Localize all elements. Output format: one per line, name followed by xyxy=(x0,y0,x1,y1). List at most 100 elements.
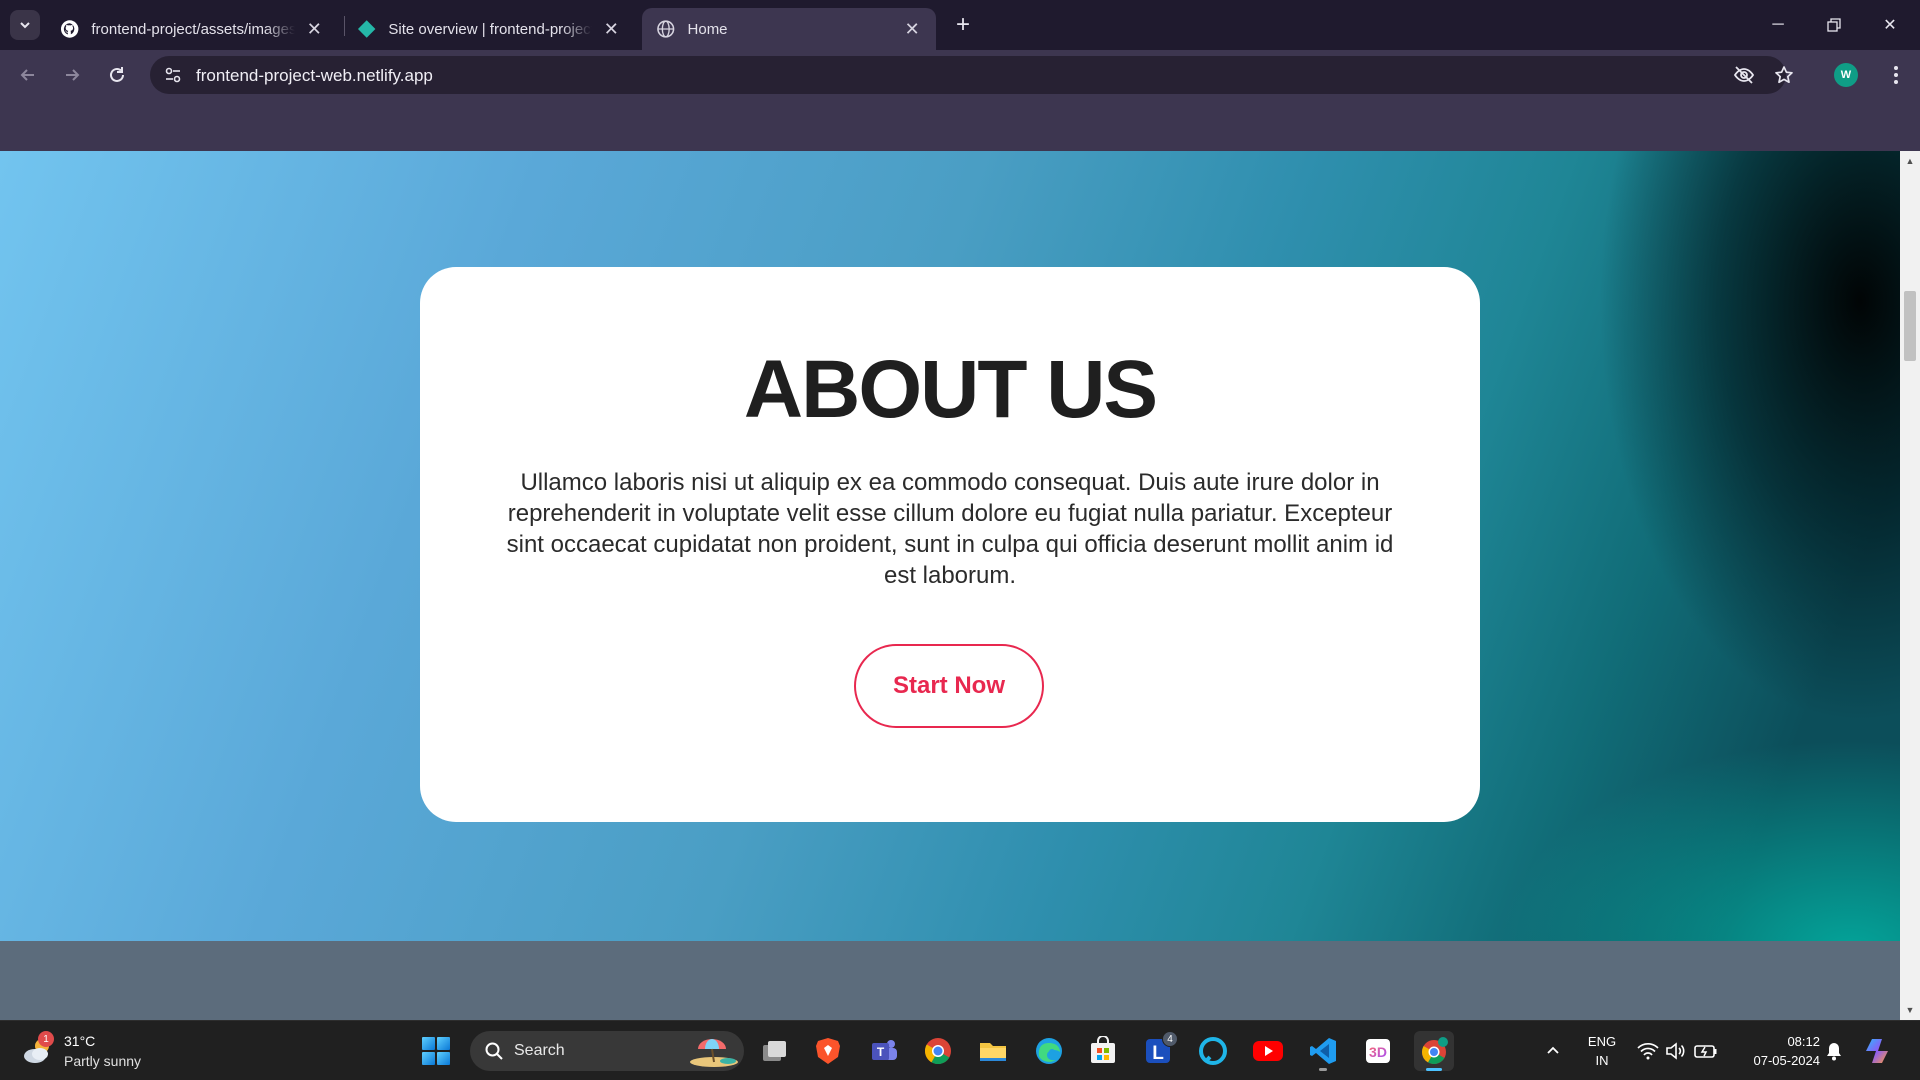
battery-button[interactable] xyxy=(1694,1039,1718,1063)
back-button[interactable] xyxy=(12,59,44,91)
wifi-icon xyxy=(1637,1042,1659,1060)
minimize-icon: ─ xyxy=(1772,16,1784,33)
battery-charging-icon xyxy=(1694,1045,1717,1058)
scroll-thumb[interactable] xyxy=(1904,291,1916,361)
browser-toolbar: frontend-project-web.netlify.app W xyxy=(0,50,1920,100)
vscode-icon xyxy=(1310,1038,1336,1064)
star-icon xyxy=(1775,66,1793,84)
system-clock[interactable]: 08:12 07-05-2024 xyxy=(1730,1032,1821,1070)
running-indicator xyxy=(1319,1068,1327,1071)
browser-menu-button[interactable] xyxy=(1880,59,1912,91)
restore-button[interactable] xyxy=(1806,0,1862,50)
task-view-button[interactable] xyxy=(754,1031,794,1071)
chevron-up-icon xyxy=(1547,1046,1559,1054)
copilot-icon[interactable] xyxy=(1864,1035,1896,1067)
forward-button[interactable] xyxy=(56,59,88,91)
taskbar-brave[interactable] xyxy=(808,1031,848,1071)
tab-github[interactable]: frontend-project/assets/images ✕ xyxy=(46,8,338,50)
close-window-button[interactable]: ✕ xyxy=(1862,0,1918,50)
tab-title: frontend-project/assets/images xyxy=(91,20,295,38)
scroll-down-arrow[interactable]: ▼ xyxy=(1900,1002,1920,1018)
taskbar-alexa[interactable] xyxy=(1193,1031,1233,1071)
svg-text:3D: 3D xyxy=(1369,1044,1387,1060)
url-text[interactable]: frontend-project-web.netlify.app xyxy=(196,66,433,86)
tab-netlify[interactable]: Site overview | frontend-project ✕ xyxy=(343,8,635,50)
beach-umbrella-icon xyxy=(690,1039,738,1067)
taskbar-file-explorer[interactable] xyxy=(973,1031,1013,1071)
taskbar-youtube[interactable] xyxy=(1248,1031,1288,1071)
eye-off-icon xyxy=(1733,66,1755,84)
tab-title: Site overview | frontend-project xyxy=(388,20,592,38)
clock-date: 07-05-2024 xyxy=(1753,1053,1821,1068)
taskbar-store[interactable] xyxy=(1083,1031,1123,1071)
more-vertical-icon xyxy=(1894,66,1898,84)
start-button[interactable] xyxy=(418,1033,454,1069)
speaker-icon xyxy=(1666,1042,1685,1060)
address-bar[interactable]: frontend-project-web.netlify.app xyxy=(150,56,1793,94)
taskbar-edge[interactable] xyxy=(1029,1031,1069,1071)
close-icon: ✕ xyxy=(1883,17,1897,34)
notifications-button[interactable] xyxy=(1822,1039,1846,1063)
windows-logo-icon xyxy=(422,1037,450,1065)
taskbar-chrome[interactable] xyxy=(918,1031,958,1071)
profile-avatar[interactable]: W xyxy=(1834,63,1858,87)
taskbar-lumi[interactable]: L 4 xyxy=(1138,1031,1178,1071)
volume-button[interactable] xyxy=(1664,1039,1688,1063)
github-icon xyxy=(60,20,79,38)
tab-title: Home xyxy=(687,20,728,38)
tune-icon xyxy=(165,67,181,83)
bell-icon xyxy=(1827,1043,1841,1061)
task-view-icon xyxy=(763,1041,786,1061)
tab-search-button[interactable] xyxy=(10,10,40,40)
taskbar-chrome-profile[interactable] xyxy=(1414,1031,1454,1071)
svg-text:L: L xyxy=(1152,1043,1164,1064)
weather-widget[interactable]: 1 31°C Partly sunny xyxy=(22,1029,172,1073)
notification-badge: 4 xyxy=(1162,1031,1178,1047)
new-tab-button[interactable]: + xyxy=(948,10,978,40)
start-now-button[interactable]: Start Now xyxy=(854,644,1044,728)
svg-text:T: T xyxy=(877,1045,885,1059)
close-icon[interactable]: ✕ xyxy=(902,19,922,39)
network-button[interactable] xyxy=(1636,1039,1660,1063)
tracking-protection-button[interactable] xyxy=(1730,61,1758,89)
minimize-button[interactable]: ─ xyxy=(1750,0,1806,50)
site-info-button[interactable] xyxy=(158,60,188,90)
language-indicator[interactable]: ENG IN xyxy=(1580,1032,1624,1070)
scroll-up-arrow[interactable]: ▲ xyxy=(1900,153,1920,169)
search-icon xyxy=(485,1042,503,1060)
language-code: ENG xyxy=(1587,1034,1617,1049)
3d-viewer-icon: 3D xyxy=(1366,1039,1390,1063)
search-label: Search xyxy=(514,1042,565,1059)
weather-condition: Partly sunny xyxy=(64,1053,142,1069)
active-indicator xyxy=(1426,1068,1442,1071)
taskbar-vscode[interactable] xyxy=(1303,1031,1343,1071)
page-scrollbar[interactable]: ▲ ▼ xyxy=(1900,151,1920,1020)
browser-tab-strip: frontend-project/assets/images ✕ Site ov… xyxy=(0,0,1920,50)
chrome-profile-icon xyxy=(1422,1037,1448,1065)
tab-home[interactable]: Home ✕ xyxy=(642,8,936,50)
arrow-left-icon xyxy=(20,69,34,81)
next-section xyxy=(0,941,1900,1020)
store-icon xyxy=(1091,1036,1115,1063)
taskbar-search[interactable]: Search xyxy=(470,1031,744,1071)
bookmark-star-button[interactable] xyxy=(1770,61,1798,89)
about-section: ABOUT US Ullamco laboris nisi ut aliquip… xyxy=(0,151,1900,941)
taskbar-teams[interactable]: T xyxy=(864,1031,904,1071)
show-hidden-icons-button[interactable] xyxy=(1542,1039,1564,1061)
taskbar-3d-viewer[interactable]: 3D xyxy=(1358,1031,1398,1071)
reload-button[interactable] xyxy=(101,59,133,91)
teams-icon: T xyxy=(872,1040,897,1060)
close-icon[interactable]: ✕ xyxy=(602,19,621,39)
chrome-icon xyxy=(924,1038,951,1065)
chevron-down-icon xyxy=(20,22,30,29)
clock-time: 08:12 xyxy=(1787,1034,1820,1049)
about-card: ABOUT US Ullamco laboris nisi ut aliquip… xyxy=(420,267,1480,822)
brave-icon xyxy=(816,1038,840,1064)
toolbar-extension-area xyxy=(0,100,1920,151)
close-icon[interactable]: ✕ xyxy=(305,19,324,39)
about-title: ABOUT US xyxy=(743,344,1158,435)
youtube-icon xyxy=(1253,1041,1283,1061)
arrow-right-icon xyxy=(66,69,80,81)
reload-icon xyxy=(110,67,124,82)
plus-icon: + xyxy=(955,11,970,38)
